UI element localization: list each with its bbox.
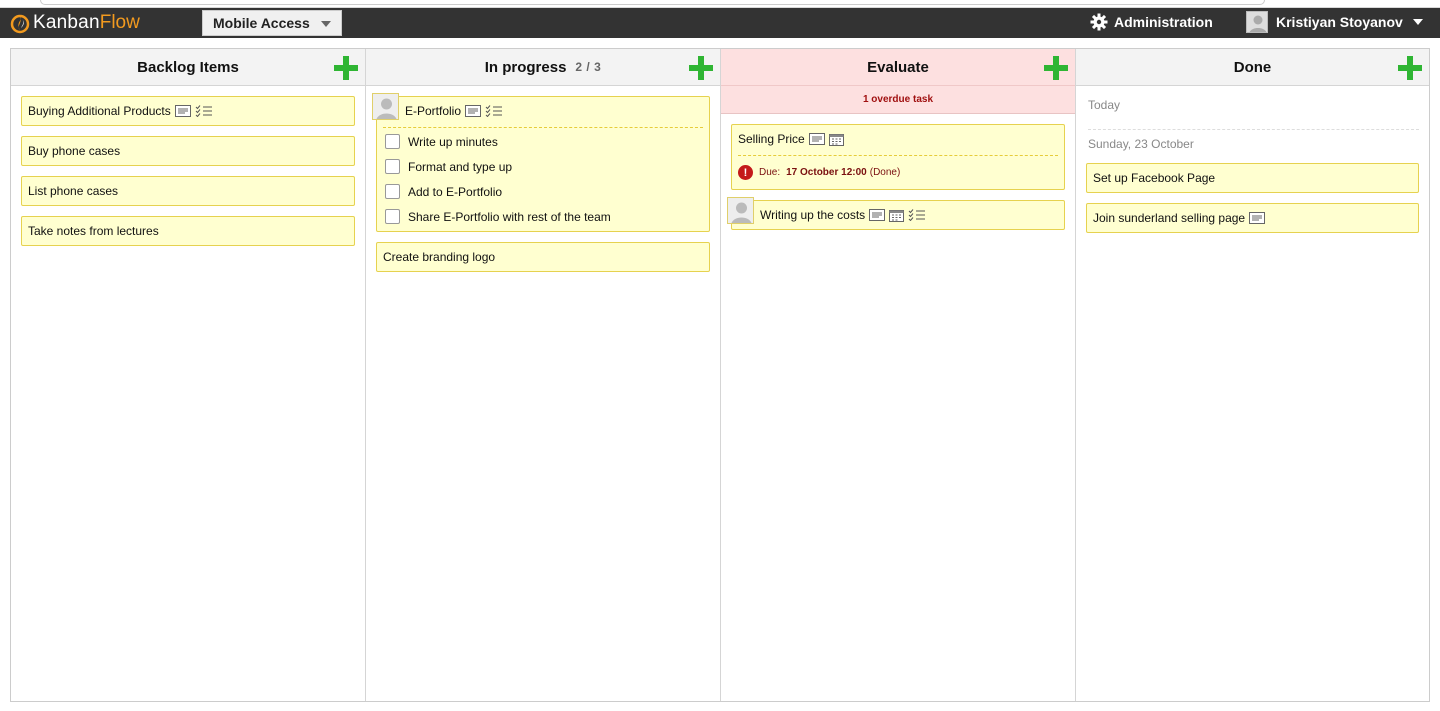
- task-title: List phone cases: [28, 184, 119, 198]
- column-backlog-items: Backlog Items Buying Additional Products…: [11, 49, 366, 701]
- due-date: 17 October 12:00: [786, 167, 867, 178]
- top-navigation-bar: KanbanFlow Mobile Access Administration: [0, 8, 1440, 38]
- column-header: Backlog Items: [11, 49, 365, 86]
- subtask-item: Write up minutes: [385, 134, 498, 149]
- calendar-icon: [889, 209, 905, 222]
- task-card[interactable]: Writing up the costs: [731, 200, 1065, 230]
- kanbanflow-logo[interactable]: Kanban Flow: [10, 10, 140, 36]
- date-group-header: Today: [1088, 98, 1121, 112]
- task-card[interactable]: Selling Price ! Due: 17 October 12:00 (D…: [731, 124, 1065, 190]
- column-done: Done Today Sunday, 23 October Set up Fac…: [1076, 49, 1429, 701]
- add-task-button[interactable]: [334, 56, 358, 80]
- subtask-item: Share E-Portfolio with rest of the team: [385, 209, 611, 224]
- column-title: Done: [1233, 58, 1272, 76]
- task-title: E-Portfolio: [405, 104, 462, 118]
- chevron-down-icon: [321, 21, 331, 27]
- user-menu[interactable]: Kristiyan Stoyanov: [1246, 11, 1423, 33]
- task-title: Set up Facebook Page: [1093, 171, 1216, 185]
- task-title: Writing up the costs: [760, 208, 866, 222]
- task-title: Take notes from lectures: [28, 224, 159, 238]
- divider: [738, 155, 1058, 156]
- task-title: Selling Price: [738, 132, 805, 146]
- column-evaluate: Evaluate 1 overdue task Selling Price ! …: [721, 49, 1076, 701]
- subtask-label: Format and type up: [408, 159, 513, 174]
- task-title: Buying Additional Products: [28, 104, 171, 118]
- due-label: Due:: [759, 167, 781, 178]
- task-card[interactable]: E-Portfolio Write up minutes Format and …: [376, 96, 710, 232]
- description-icon: [869, 209, 886, 221]
- divider: [1088, 129, 1419, 130]
- subtask-checkbox[interactable]: [385, 184, 400, 199]
- board-selector-dropdown[interactable]: Mobile Access: [202, 10, 342, 36]
- column-in-progress: In progress 2 / 3 E-Portfolio Write up m…: [366, 49, 721, 701]
- subtasks-icon: [908, 209, 926, 221]
- task-card[interactable]: Buy phone cases: [21, 136, 355, 166]
- description-icon: [808, 133, 825, 145]
- alert-icon: !: [738, 165, 753, 180]
- column-title: In progress: [484, 58, 567, 76]
- subtask-label: Write up minutes: [408, 134, 498, 149]
- administration-link[interactable]: Administration: [1090, 13, 1213, 31]
- column-title: Backlog Items: [137, 58, 239, 76]
- divider: [383, 127, 703, 128]
- gear-icon: [1090, 13, 1108, 31]
- task-card[interactable]: Take notes from lectures: [21, 216, 355, 246]
- user-avatar: [1246, 11, 1268, 33]
- add-task-button[interactable]: [1398, 56, 1422, 80]
- subtask-label: Share E-Portfolio with rest of the team: [408, 209, 611, 224]
- subtask-checkbox[interactable]: [385, 159, 400, 174]
- browser-top-strip: [0, 0, 1440, 8]
- user-name: Kristiyan Stoyanov: [1276, 14, 1403, 30]
- column-title: Evaluate: [867, 58, 929, 76]
- flame-logo-icon: [10, 14, 30, 34]
- add-task-button[interactable]: [1044, 56, 1068, 80]
- due-status: (Done): [869, 167, 901, 178]
- task-card[interactable]: List phone cases: [21, 176, 355, 206]
- date-group-header: Sunday, 23 October: [1088, 137, 1194, 151]
- overdue-notice[interactable]: 1 overdue task: [721, 86, 1075, 114]
- subtasks-icon: [485, 105, 503, 117]
- task-card[interactable]: Create branding logo: [376, 242, 710, 272]
- description-icon: [465, 105, 482, 117]
- subtask-item: Format and type up: [385, 159, 512, 174]
- chevron-down-icon: [1412, 19, 1423, 25]
- task-title: Buy phone cases: [28, 144, 121, 158]
- logo-text-flow: Flow: [99, 12, 140, 33]
- kanban-board: Backlog Items Buying Additional Products…: [10, 48, 1430, 702]
- task-card[interactable]: Set up Facebook Page: [1086, 163, 1419, 193]
- subtask-label: Add to E-Portfolio: [408, 184, 503, 199]
- task-assignee-avatar[interactable]: [727, 197, 754, 224]
- description-icon: [174, 105, 191, 117]
- description-icon: [1249, 212, 1266, 224]
- due-date-row: ! Due: 17 October 12:00 (Done): [738, 165, 900, 180]
- column-header: In progress 2 / 3: [366, 49, 720, 86]
- board-name: Mobile Access: [213, 15, 310, 31]
- task-card[interactable]: Buying Additional Products: [21, 96, 355, 126]
- task-title: Join sunderland selling page: [1093, 211, 1246, 225]
- subtasks-icon: [195, 105, 212, 117]
- add-task-button[interactable]: [689, 56, 713, 80]
- subtask-item: Add to E-Portfolio: [385, 184, 502, 199]
- column-header: Done: [1076, 49, 1429, 86]
- administration-label: Administration: [1114, 14, 1213, 30]
- subtask-checkbox[interactable]: [385, 209, 400, 224]
- subtask-checkbox[interactable]: [385, 134, 400, 149]
- task-assignee-avatar[interactable]: [372, 93, 399, 120]
- task-card[interactable]: Join sunderland selling page: [1086, 203, 1419, 233]
- wip-limit-counter: 2 / 3: [575, 60, 602, 74]
- task-title: Create branding logo: [383, 250, 496, 264]
- logo-text-kanban: Kanban: [33, 12, 100, 33]
- column-header: Evaluate: [721, 49, 1075, 86]
- calendar-icon: [828, 133, 844, 146]
